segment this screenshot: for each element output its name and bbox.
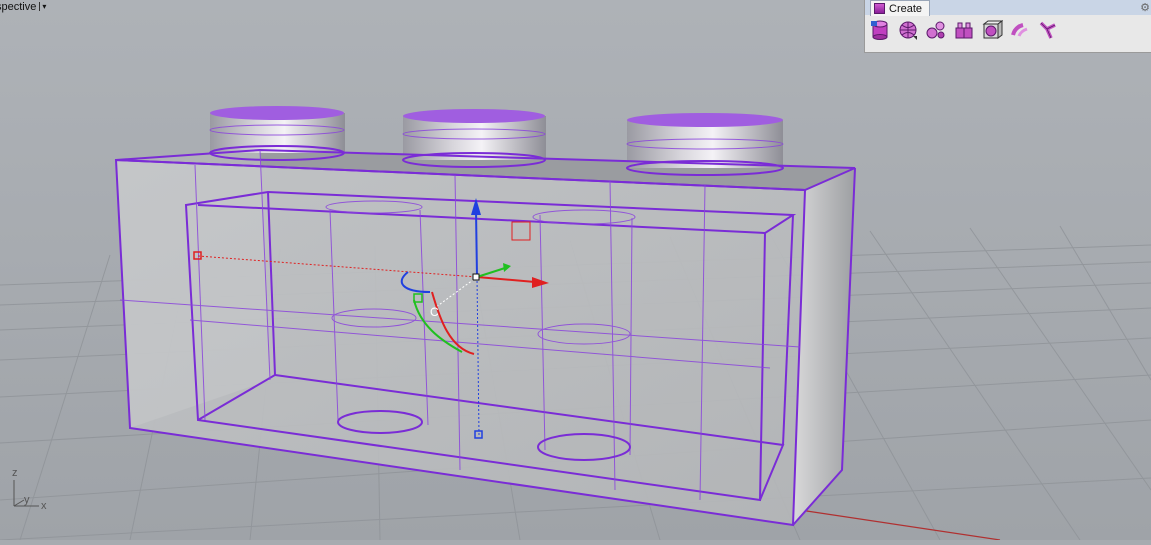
axis-z-label: z bbox=[12, 467, 18, 479]
axis-y-label: y bbox=[24, 494, 30, 506]
branch-icon bbox=[1039, 21, 1056, 39]
array-tool-button[interactable] bbox=[952, 18, 976, 42]
viewport-dropdown-arrow[interactable]: ▾ bbox=[39, 2, 46, 11]
create-tab-icon bbox=[874, 3, 885, 14]
viewport-name[interactable]: spective bbox=[0, 1, 36, 13]
pipe-tool-button[interactable] bbox=[1008, 18, 1032, 42]
toolbar-tab-strip: Create ⚙ bbox=[865, 0, 1151, 16]
axis-x-label: x bbox=[41, 500, 47, 512]
curve-tool-button[interactable] bbox=[924, 18, 948, 42]
gear-icon[interactable]: ⚙ bbox=[1140, 1, 1150, 14]
cylinder-icon bbox=[871, 20, 888, 40]
tab-create[interactable]: Create bbox=[870, 0, 931, 16]
cylinder-tool-button[interactable] bbox=[868, 18, 892, 42]
box-mesh-icon bbox=[899, 21, 917, 40]
viewport-canvas: C bbox=[0, 0, 1151, 541]
branch-tool-button[interactable] bbox=[1036, 18, 1060, 42]
mesh-box-tool-button[interactable] bbox=[896, 18, 920, 42]
toolbar-buttons bbox=[865, 15, 1151, 42]
world-axis-indicator: z y x bbox=[12, 467, 47, 512]
boolean-box-icon bbox=[982, 20, 1003, 39]
boolean-tool-button[interactable] bbox=[980, 18, 1004, 42]
curve-tool-icon bbox=[926, 21, 945, 39]
perspective-viewport[interactable]: C spective ▾ z y x bbox=[0, 0, 1151, 541]
tab-create-label: Create bbox=[889, 2, 923, 15]
viewport-title[interactable]: spective ▾ bbox=[0, 0, 46, 13]
array-icon bbox=[955, 22, 973, 39]
svg-text:C: C bbox=[430, 305, 439, 319]
pipe-icon bbox=[1011, 23, 1028, 37]
create-toolbar-panel: Create ⚙ bbox=[864, 0, 1151, 53]
